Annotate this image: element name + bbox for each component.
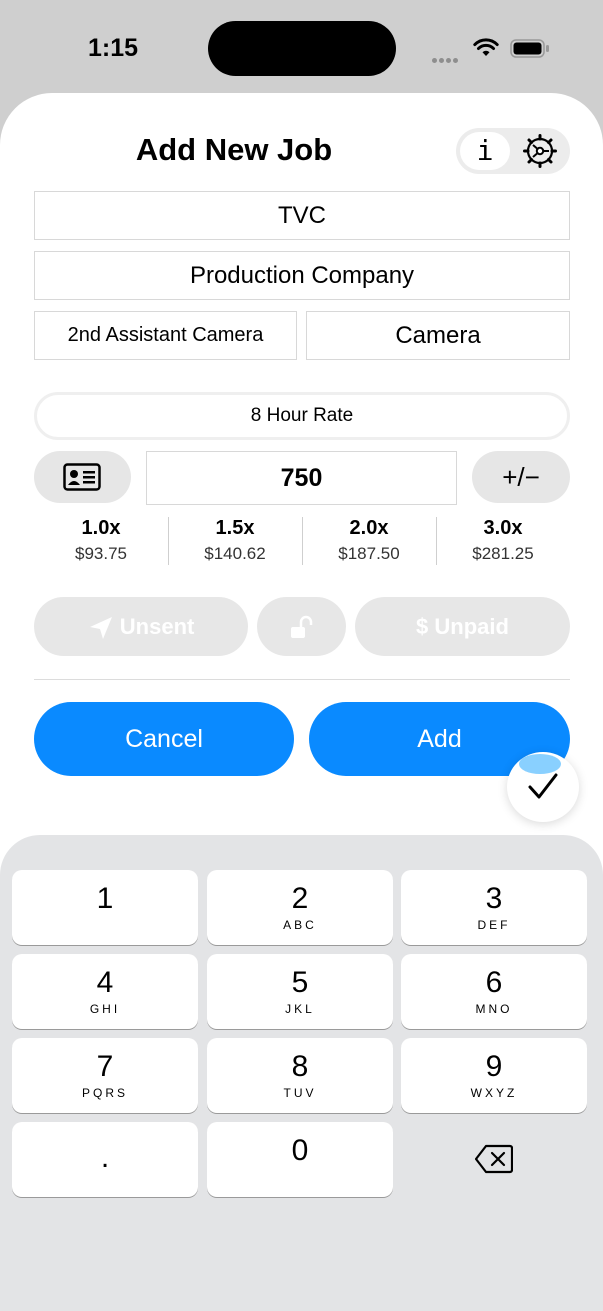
multiplier-1x: 1.0x $93.75 bbox=[34, 515, 168, 567]
multiplier-label: 2.0x bbox=[349, 517, 389, 539]
dollar-icon: $ bbox=[416, 614, 429, 639]
key-digit: 3 bbox=[485, 882, 503, 915]
multiplier-label: 1.5x bbox=[215, 517, 255, 539]
sent-status-label: Unsent bbox=[119, 614, 195, 639]
battery-icon bbox=[510, 39, 549, 58]
key-4[interactable]: 4 GHI bbox=[12, 954, 198, 1029]
key-7[interactable]: 7 PQRS bbox=[12, 1038, 198, 1113]
company-field[interactable]: Production Company bbox=[34, 251, 570, 300]
cancel-button[interactable]: Cancel bbox=[34, 702, 294, 776]
key-8[interactable]: 8 TUV bbox=[207, 1038, 393, 1113]
plus-minus-button[interactable]: +/− bbox=[472, 451, 570, 503]
key-digit: 0 bbox=[291, 1134, 309, 1167]
key-digit: 9 bbox=[485, 1050, 503, 1083]
multiplier-2x: 2.0x $187.50 bbox=[302, 515, 436, 567]
lock-button[interactable] bbox=[257, 597, 346, 656]
key-letters: GHI bbox=[89, 1002, 121, 1016]
key-2[interactable]: 2 ABC bbox=[207, 870, 393, 945]
touch-highlight bbox=[519, 754, 561, 774]
multiplier-label: 3.0x bbox=[483, 517, 523, 539]
unlock-icon bbox=[290, 616, 312, 639]
key-letters: WXYZ bbox=[470, 1086, 518, 1100]
sent-status-button[interactable]: Unsent bbox=[34, 597, 248, 656]
info-button[interactable]: i bbox=[460, 132, 510, 170]
key-digit: 8 bbox=[291, 1050, 309, 1083]
rate-type-selector[interactable]: 8 Hour Rate bbox=[34, 392, 570, 440]
status-time: 1:15 bbox=[88, 34, 139, 62]
key-digit: . bbox=[100, 1141, 110, 1174]
key-letters: DEF bbox=[477, 918, 511, 932]
key-letters: MNO bbox=[475, 1002, 513, 1016]
signal-icon bbox=[432, 50, 460, 68]
multiplier-amount: $93.75 bbox=[75, 544, 127, 563]
multiplier-amount: $140.62 bbox=[204, 544, 266, 563]
key-digit: 6 bbox=[485, 966, 503, 999]
delete-key[interactable] bbox=[401, 1122, 587, 1197]
done-button[interactable] bbox=[507, 752, 579, 822]
page-title: Add New Job bbox=[135, 132, 333, 167]
key-0[interactable]: 0 bbox=[207, 1122, 393, 1197]
paper-plane-icon bbox=[89, 617, 112, 640]
key-letters: PQRS bbox=[81, 1086, 128, 1100]
key-letters: ABC bbox=[283, 918, 317, 932]
key-digit: 4 bbox=[96, 966, 114, 999]
backspace-icon bbox=[475, 1144, 513, 1174]
job-name-field[interactable]: TVC bbox=[34, 191, 570, 240]
id-card-icon bbox=[63, 463, 101, 491]
wifi-icon bbox=[473, 38, 499, 56]
settings-gear-icon[interactable] bbox=[522, 133, 558, 169]
key-decimal[interactable]: . bbox=[12, 1122, 198, 1197]
key-3[interactable]: 3 DEF bbox=[401, 870, 587, 945]
key-1[interactable]: 1 bbox=[12, 870, 198, 945]
department-field[interactable]: Camera bbox=[306, 311, 570, 360]
rate-amount-input[interactable]: 750 bbox=[146, 451, 457, 505]
multiplier-amount: $281.25 bbox=[472, 544, 534, 563]
key-9[interactable]: 9 WXYZ bbox=[401, 1038, 587, 1113]
key-digit: 7 bbox=[96, 1050, 114, 1083]
key-digit: 1 bbox=[96, 882, 114, 915]
key-digit: 2 bbox=[291, 882, 309, 915]
paid-status-label: Unpaid bbox=[434, 614, 509, 639]
rate-card-button[interactable] bbox=[34, 451, 131, 503]
multiplier-3x: 3.0x $281.25 bbox=[436, 515, 570, 567]
dynamic-island bbox=[208, 21, 396, 76]
key-digit: 5 bbox=[291, 966, 309, 999]
key-5[interactable]: 5 JKL bbox=[207, 954, 393, 1029]
status-bar: 1:15 bbox=[0, 0, 603, 95]
multiplier-amount: $187.50 bbox=[338, 544, 400, 563]
header-segmented-control: i bbox=[456, 128, 570, 174]
divider bbox=[34, 679, 570, 680]
position-field[interactable]: 2nd Assistant Camera bbox=[34, 311, 297, 360]
multiplier-1-5x: 1.5x $140.62 bbox=[168, 515, 302, 567]
key-6[interactable]: 6 MNO bbox=[401, 954, 587, 1029]
multiplier-label: 1.0x bbox=[81, 517, 121, 539]
checkmark-icon bbox=[528, 773, 558, 799]
paid-status-button[interactable]: $ Unpaid bbox=[355, 597, 570, 656]
key-letters: TUV bbox=[283, 1086, 317, 1100]
key-letters: JKL bbox=[285, 1002, 315, 1016]
plus-minus-icon: +/− bbox=[502, 462, 540, 492]
